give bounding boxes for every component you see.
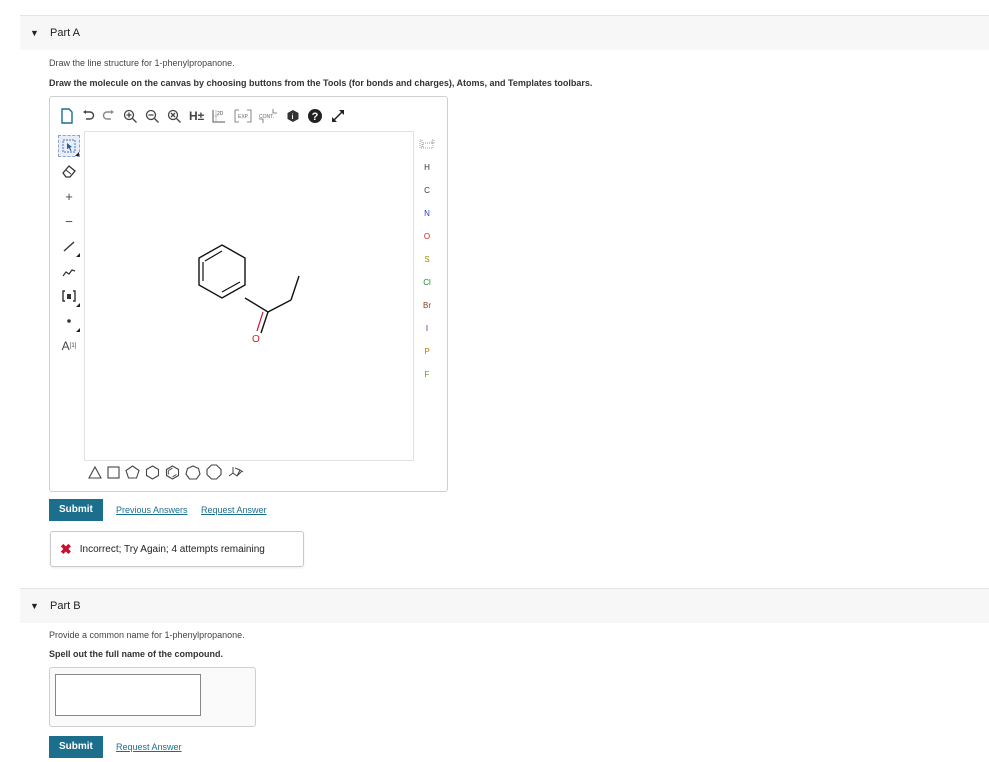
atom-cl-button[interactable]: Cl xyxy=(416,273,438,291)
feedback-message: Incorrect; Try Again; 4 attempts remaini… xyxy=(79,543,265,555)
bracket-tool-icon[interactable] xyxy=(58,285,80,307)
common-name-input[interactable] xyxy=(55,674,201,716)
2d-clean-button[interactable]: 2D xyxy=(211,106,227,126)
part-a-header[interactable]: ▼ Part A xyxy=(20,15,989,50)
part-a-prompt: Draw the line structure for 1-phenylprop… xyxy=(49,58,235,68)
atom-c-button[interactable]: C xyxy=(416,181,438,199)
previous-answers-link[interactable]: Previous Answers xyxy=(116,505,188,515)
atom-f-button[interactable]: F xyxy=(416,365,438,383)
info-icon[interactable]: i xyxy=(286,106,300,126)
atom-label-glyph: A xyxy=(61,339,70,353)
part-a-title: Part A xyxy=(50,27,80,39)
part-a-request-answer-link[interactable]: Request Answer xyxy=(201,505,267,515)
cycloheptane-template-icon[interactable] xyxy=(185,464,201,480)
feedback-box: ✖ Incorrect; Try Again; 4 attempts remai… xyxy=(50,531,304,567)
zoom-out-icon[interactable] xyxy=(145,106,160,126)
cyclobutane-template-icon[interactable] xyxy=(107,465,120,479)
2d-label: 2D xyxy=(217,111,224,117)
cyclopentane-template-icon[interactable] xyxy=(125,465,140,479)
svg-text:i: i xyxy=(292,114,294,121)
part-b-submit-button[interactable]: Submit xyxy=(49,736,103,758)
collapse-caret-icon[interactable]: ▼ xyxy=(30,601,50,611)
oxygen-atom-label: O xyxy=(252,334,260,345)
benzene-template-icon[interactable] xyxy=(165,464,180,480)
atom-br-button[interactable]: Br xyxy=(416,296,438,314)
exp-label: EXP. xyxy=(238,114,249,120)
part-b-title: Part B xyxy=(50,600,81,612)
left-toolbar: + − A [1] xyxy=(58,135,80,360)
fullscreen-icon[interactable] xyxy=(330,106,346,126)
cyclooctane-template-icon[interactable] xyxy=(206,464,222,480)
atom-label-tool-icon[interactable]: A [1] xyxy=(58,335,80,357)
single-bond-icon[interactable] xyxy=(58,235,80,257)
periodic-table-icon[interactable] xyxy=(416,135,438,153)
cont-label: CONT. xyxy=(259,114,274,120)
part-b-prompt: Provide a common name for 1-phenylpropan… xyxy=(49,630,245,640)
bond-ch2-ch3 xyxy=(290,275,300,301)
atom-s-button[interactable]: S xyxy=(416,250,438,268)
atom-index-glyph: [1] xyxy=(69,343,77,349)
negative-charge-button[interactable]: − xyxy=(58,210,80,232)
new-document-icon[interactable] xyxy=(60,106,74,126)
atom-i-button[interactable]: I xyxy=(416,319,438,337)
part-a-submit-button[interactable]: Submit xyxy=(49,499,103,521)
atom-o-button[interactable]: O xyxy=(416,227,438,245)
contract-button[interactable]: CONT. xyxy=(257,106,279,126)
select-tool-icon[interactable] xyxy=(58,135,80,157)
bond-carbonyl-ch2 xyxy=(267,299,292,313)
radical-tool-icon[interactable] xyxy=(58,310,80,332)
positive-charge-button[interactable]: + xyxy=(58,185,80,207)
redo-icon[interactable] xyxy=(102,106,116,126)
collapse-caret-icon[interactable]: ▼ xyxy=(30,28,50,38)
chain-tool-icon[interactable] xyxy=(58,260,80,282)
help-icon[interactable]: ? xyxy=(307,106,323,126)
atom-h-button[interactable]: H xyxy=(416,158,438,176)
bond-ring-carbonyl xyxy=(244,297,269,313)
svg-text:?: ? xyxy=(312,111,319,123)
chair-template-icon[interactable] xyxy=(227,465,245,480)
expand-button[interactable]: EXP. xyxy=(234,106,252,126)
molecule-editor: H± 2D EXP. CONT. i ? + − A [1] O H C N O… xyxy=(49,96,448,492)
part-b-instruction: Spell out the full name of the compound. xyxy=(49,649,223,659)
x-icon: ✖ xyxy=(60,540,72,557)
atom-n-button[interactable]: N xyxy=(416,204,438,222)
zoom-in-icon[interactable] xyxy=(123,106,138,126)
drawing-canvas[interactable]: O xyxy=(84,131,414,461)
molecule-drawing: O xyxy=(198,244,300,345)
cyclohexane-template-icon[interactable] xyxy=(145,464,160,480)
top-toolbar: H± 2D EXP. CONT. i ? xyxy=(60,105,349,127)
atom-p-button[interactable]: P xyxy=(416,342,438,360)
clear-canvas-icon[interactable] xyxy=(167,106,182,126)
part-b-header[interactable]: ▼ Part B xyxy=(20,588,989,623)
undo-icon[interactable] xyxy=(81,106,95,126)
atoms-toolbar: H C N O S Cl Br I P F xyxy=(416,135,438,388)
part-b-request-answer-link[interactable]: Request Answer xyxy=(116,742,182,752)
part-a-instruction: Draw the molecule on the canvas by choos… xyxy=(49,78,593,88)
cyclopropane-template-icon[interactable] xyxy=(88,465,102,479)
answer-container xyxy=(49,667,256,727)
hydrogens-toggle-button[interactable]: H± xyxy=(189,106,204,126)
benzene-ring xyxy=(198,244,246,299)
eraser-icon[interactable] xyxy=(58,160,80,182)
templates-toolbar xyxy=(88,463,250,481)
